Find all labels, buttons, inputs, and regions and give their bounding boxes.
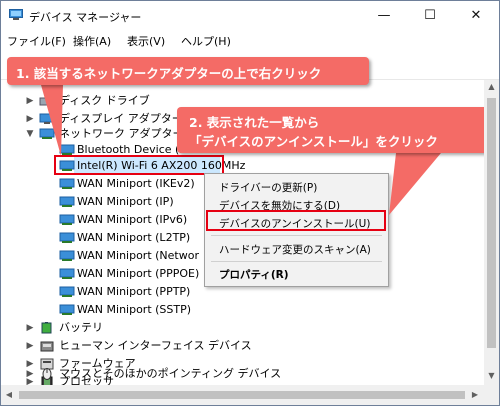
horizontal-scroll-thumb[interactable] <box>19 391 465 399</box>
step1-callout: 1. 該当するネットワークアダプターの上で右クリック <box>7 57 369 85</box>
scroll-down-icon[interactable]: ▼ <box>484 371 499 380</box>
step2-callout: 2. 表示された一覧から 「デバイスのアンインストール」をクリック <box>177 107 493 153</box>
callout2-pointer <box>389 153 441 215</box>
scrollbar-corner <box>484 385 499 405</box>
step2-callout-line1: 2. 表示された一覧から <box>189 115 320 130</box>
callout1-pointer <box>41 85 63 156</box>
scroll-up-icon[interactable]: ▲ <box>484 82 499 91</box>
vertical-scroll-thumb[interactable] <box>487 98 496 348</box>
step1-callout-text: 1. 該当するネットワークアダプターの上で右クリック <box>16 66 322 81</box>
scroll-left-icon[interactable]: ◀ <box>3 390 15 399</box>
horizontal-scrollbar[interactable]: ◀ ▶ <box>1 385 484 405</box>
vertical-scrollbar[interactable]: ▲ ▼ <box>484 80 499 385</box>
step2-callout-line2: 「デバイスのアンインストール」をクリック <box>189 134 438 149</box>
device-manager-window: デバイス マネージャー — ☐ ✕ ファイル(F) 操作(A) 表示(V) ヘル… <box>0 0 500 406</box>
scroll-right-icon[interactable]: ▶ <box>469 390 481 399</box>
